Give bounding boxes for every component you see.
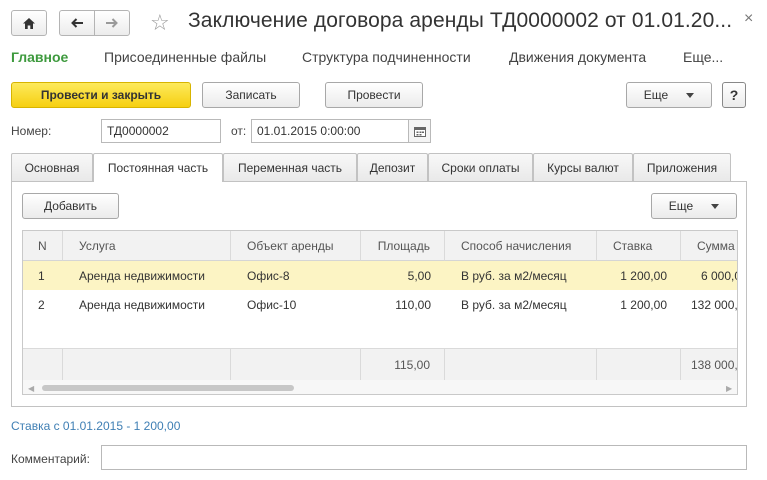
star-icon[interactable]: ☆ — [150, 12, 170, 34]
comment-label: Комментарий: — [11, 452, 90, 466]
number-label: Номер: — [11, 124, 52, 138]
cell-n: 1 — [38, 269, 45, 283]
help-button[interactable]: ? — [722, 82, 746, 108]
cell-area: 5,00 — [407, 269, 431, 283]
scrollbar-thumb[interactable] — [42, 385, 294, 391]
footer-cell — [597, 349, 681, 381]
calendar-icon — [413, 126, 426, 137]
date-label: от: — [231, 124, 247, 138]
back-arrow-icon — [71, 18, 83, 28]
nav-document-movements[interactable]: Движения документа — [509, 49, 646, 65]
calendar-button[interactable] — [409, 119, 431, 143]
col-header-sum[interactable]: Сумма — [681, 231, 737, 261]
number-field[interactable]: ТД0000002 — [101, 119, 221, 143]
col-header-service[interactable]: Услуга — [63, 231, 231, 261]
add-button[interactable]: Добавить — [22, 193, 119, 219]
dropdown-arrow-icon — [711, 203, 720, 209]
cell-area: 110,00 — [395, 298, 431, 312]
back-button[interactable] — [59, 10, 95, 36]
post-and-close-button[interactable]: Провести и закрыть — [11, 82, 191, 108]
cell-rate: 1 200,00 — [620, 298, 667, 312]
scroll-left-icon[interactable]: ◀ — [28, 384, 34, 393]
post-button[interactable]: Провести — [325, 82, 423, 108]
nav-attached-files[interactable]: Присоединенные файлы — [104, 49, 266, 65]
dropdown-arrow-icon — [686, 92, 695, 98]
tab-exchange-rates[interactable]: Курсы валют — [533, 153, 633, 181]
cell-service: Аренда недвижимости — [79, 269, 205, 283]
cell-service: Аренда недвижимости — [79, 298, 205, 312]
nav-more[interactable]: Еще... — [683, 49, 723, 65]
col-header-rate[interactable]: Ставка — [597, 231, 681, 261]
footer-cell — [445, 349, 597, 381]
tab-deposit[interactable]: Депозит — [357, 153, 428, 181]
cell-accrual: В руб. за м2/месяц — [461, 298, 567, 312]
cell-object: Офис-10 — [247, 298, 297, 312]
panel-more-label: Еще — [668, 199, 694, 213]
tab-attachments[interactable]: Приложения — [633, 153, 731, 181]
tab-payment-terms[interactable]: Сроки оплаты — [428, 153, 533, 181]
window-title: Заключение договора аренды ТД0000002 от … — [188, 9, 733, 32]
cell-object: Офис-8 — [247, 269, 290, 283]
table-footer: 115,00 138 000,00 — [23, 348, 738, 381]
col-header-area[interactable]: Площадь — [361, 231, 445, 261]
date-field[interactable]: 01.01.2015 0:00:00 — [251, 119, 409, 143]
close-icon[interactable]: × — [744, 10, 753, 28]
footer-cell — [231, 349, 361, 381]
footer-total-sum: 138 000,00 — [691, 358, 738, 372]
tab-fixed-part[interactable]: Постоянная часть — [93, 153, 223, 182]
scroll-right-icon[interactable]: ▶ — [726, 384, 732, 393]
col-header-n[interactable]: N — [23, 231, 63, 261]
nav-main[interactable]: Главное — [11, 49, 68, 65]
table-row[interactable]: 2 Аренда недвижимости Офис-10 110,00 В р… — [23, 290, 738, 319]
table-row[interactable]: 1 Аренда недвижимости Офис-8 5,00 В руб.… — [23, 261, 737, 290]
more-button[interactable]: Еще — [626, 82, 712, 108]
cell-sum: 6 000,00 — [701, 269, 737, 283]
tab-variable-part[interactable]: Переменная часть — [223, 153, 357, 181]
comment-field[interactable] — [101, 445, 747, 470]
forward-arrow-icon — [106, 18, 118, 28]
footer-cell — [63, 349, 231, 381]
services-table[interactable]: N Услуга Объект аренды Площадь Способ на… — [22, 230, 738, 395]
cell-rate: 1 200,00 — [620, 269, 667, 283]
cell-n: 2 — [38, 298, 45, 312]
footer-total-area: 115,00 — [361, 349, 445, 381]
cell-sum: 132 000,00 — [691, 298, 738, 312]
col-header-object[interactable]: Объект аренды — [231, 231, 361, 261]
col-header-accrual[interactable]: Способ начисления — [445, 231, 597, 261]
more-label: Еще — [643, 88, 669, 102]
horizontal-scrollbar[interactable]: ◀ ▶ — [23, 380, 737, 394]
forward-button[interactable] — [94, 10, 130, 36]
save-button[interactable]: Записать — [202, 82, 300, 108]
footer-cell — [23, 349, 63, 381]
panel-more-button[interactable]: Еще — [651, 193, 737, 219]
cell-accrual: В руб. за м2/месяц — [461, 269, 567, 283]
home-icon — [23, 17, 35, 29]
tab-main[interactable]: Основная — [11, 153, 93, 181]
rate-link[interactable]: Ставка с 01.01.2015 - 1 200,00 — [11, 419, 180, 433]
nav-structure[interactable]: Структура подчиненности — [302, 49, 471, 65]
home-button[interactable] — [11, 10, 47, 36]
